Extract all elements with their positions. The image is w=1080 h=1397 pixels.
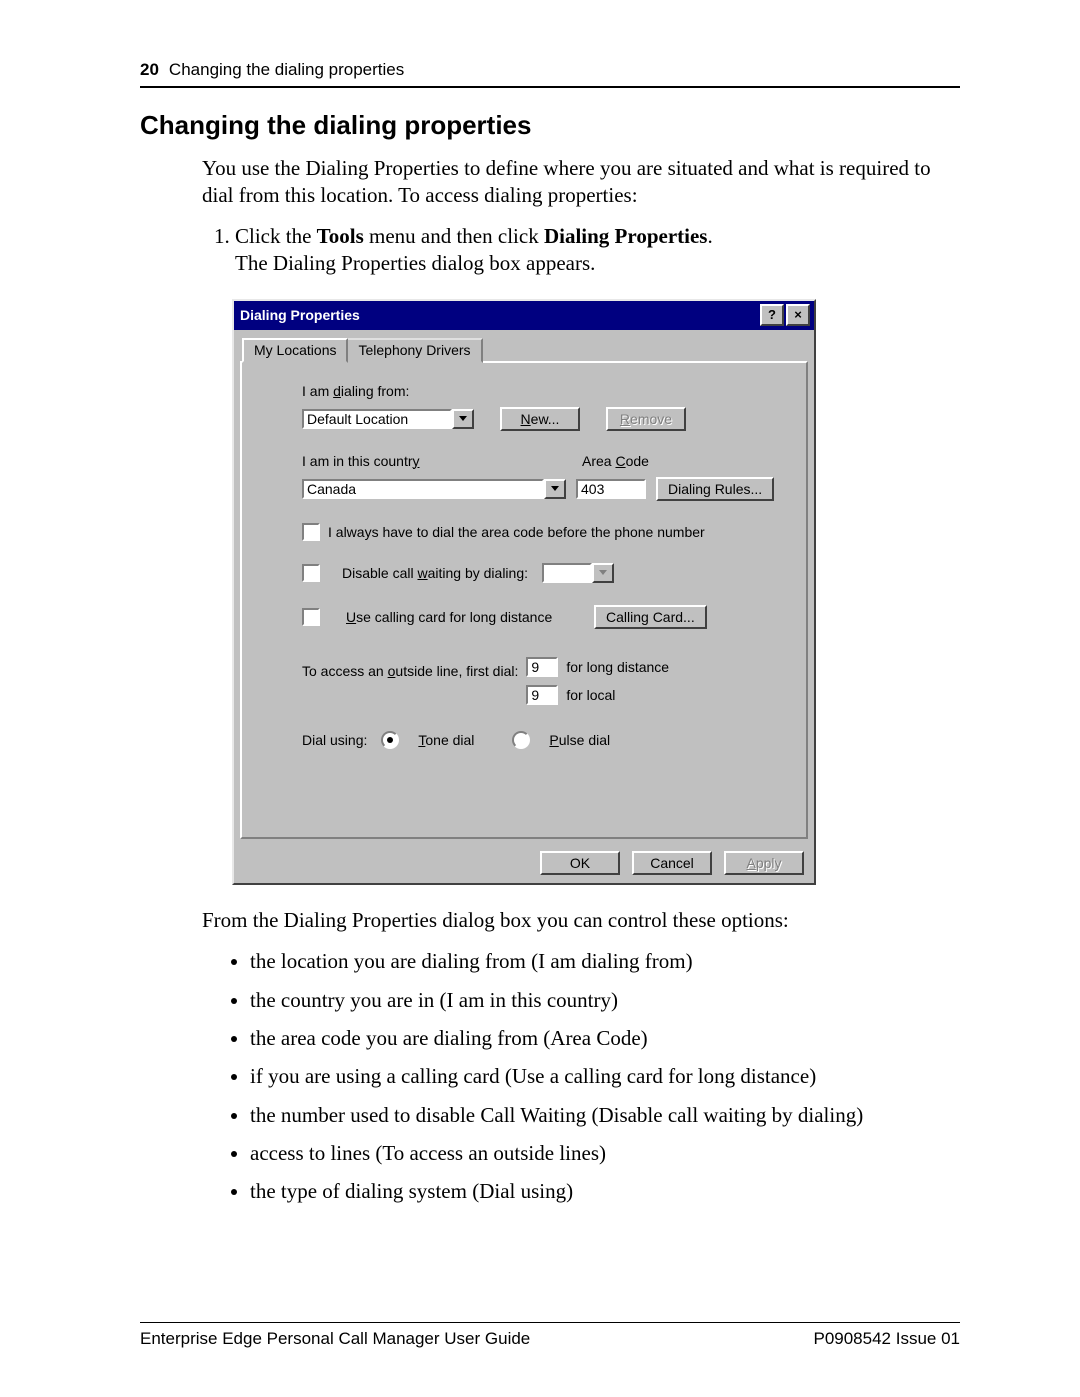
location-select[interactable]: Default Location — [302, 409, 474, 429]
chevron-down-icon — [592, 563, 614, 583]
dialog-title: Dialing Properties — [240, 307, 758, 323]
calling-card-button[interactable]: Calling Card... — [594, 605, 707, 629]
radio-pulse-dial[interactable] — [512, 731, 530, 749]
steps-list: Click the Tools menu and then click Dial… — [140, 223, 960, 277]
tab-panel: I am dialing from: Default Location New.… — [240, 361, 808, 839]
remove-button: Remove — [606, 407, 686, 431]
list-item: if you are using a calling card (Use a c… — [250, 1062, 960, 1090]
running-title: Changing the dialing properties — [169, 60, 404, 80]
label-dial-using: Dial using: — [302, 732, 367, 748]
label-dialing-from: I am dialing from: — [302, 383, 409, 399]
dialog-titlebar: Dialing Properties ? × — [234, 301, 814, 330]
radio-tone-dial[interactable] — [381, 731, 399, 749]
intro-paragraph: You use the Dialing Properties to define… — [140, 155, 960, 209]
list-item: the country you are in (I am in this cou… — [250, 986, 960, 1014]
list-item: the area code you are dialing from (Area… — [250, 1024, 960, 1052]
label-outside-line: To access an outside line, first dial: — [302, 657, 518, 679]
area-code-input[interactable]: 403 — [576, 479, 646, 499]
section-heading: Changing the dialing properties — [140, 110, 960, 141]
dialing-rules-button[interactable]: Dialing Rules... — [656, 477, 774, 501]
close-button[interactable]: × — [786, 304, 810, 326]
label-pulse-dial: Pulse dial — [549, 732, 610, 748]
new-button[interactable]: New... — [500, 407, 580, 431]
checkbox-use-calling-card[interactable] — [302, 608, 320, 626]
page-footer: Enterprise Edge Personal Call Manager Us… — [140, 1322, 960, 1349]
tab-telephony-drivers[interactable]: Telephony Drivers — [346, 338, 482, 363]
outside-long-input[interactable]: 9 — [526, 657, 558, 677]
footer-right: P0908542 Issue 01 — [813, 1329, 960, 1349]
apply-button: Apply — [724, 851, 804, 875]
tab-strip: My Locations Telephony Drivers — [234, 330, 814, 361]
list-item: the number used to disable Call Waiting … — [250, 1101, 960, 1129]
header-rule — [140, 86, 960, 88]
cancel-button[interactable]: Cancel — [632, 851, 712, 875]
label-always-areacode: I always have to dial the area code befo… — [328, 524, 705, 540]
label-area-code: Area Code — [582, 453, 672, 469]
label-for-local: for local — [566, 687, 615, 703]
options-bullet-list: the location you are dialing from (I am … — [140, 947, 960, 1205]
label-tone-dial: Tone dial — [418, 732, 474, 748]
footer-rule — [140, 1322, 960, 1323]
step-1: Click the Tools menu and then click Dial… — [235, 223, 960, 277]
ok-button[interactable]: OK — [540, 851, 620, 875]
label-country: I am in this country — [302, 453, 582, 469]
checkbox-always-areacode[interactable] — [302, 523, 320, 541]
country-value[interactable]: Canada — [302, 479, 544, 499]
dialing-properties-dialog: Dialing Properties ? × My Locations Tele… — [232, 299, 816, 885]
country-select[interactable]: Canada — [302, 479, 566, 499]
after-dialog-paragraph: From the Dialing Properties dialog box y… — [140, 907, 960, 934]
running-header: 20 Changing the dialing properties — [140, 60, 960, 80]
outside-local-input[interactable]: 9 — [526, 685, 558, 705]
label-use-calling-card: Use calling card for long distance — [346, 609, 576, 625]
list-item: access to lines (To access an outside li… — [250, 1139, 960, 1167]
tab-my-locations[interactable]: My Locations — [242, 338, 348, 363]
footer-left: Enterprise Edge Personal Call Manager Us… — [140, 1329, 530, 1349]
checkbox-disable-call-waiting[interactable] — [302, 564, 320, 582]
help-button[interactable]: ? — [760, 304, 784, 326]
label-disable-call-waiting: Disable call waiting by dialing: — [342, 565, 528, 581]
location-value[interactable]: Default Location — [302, 409, 452, 429]
call-waiting-select[interactable] — [542, 563, 614, 583]
dialog-button-row: OK Cancel Apply — [234, 845, 814, 883]
chevron-down-icon[interactable] — [452, 409, 474, 429]
label-for-long-distance: for long distance — [566, 659, 669, 675]
list-item: the location you are dialing from (I am … — [250, 947, 960, 975]
chevron-down-icon[interactable] — [544, 479, 566, 499]
list-item: the type of dialing system (Dial using) — [250, 1177, 960, 1205]
page-number: 20 — [140, 60, 159, 80]
call-waiting-value[interactable] — [542, 563, 592, 583]
